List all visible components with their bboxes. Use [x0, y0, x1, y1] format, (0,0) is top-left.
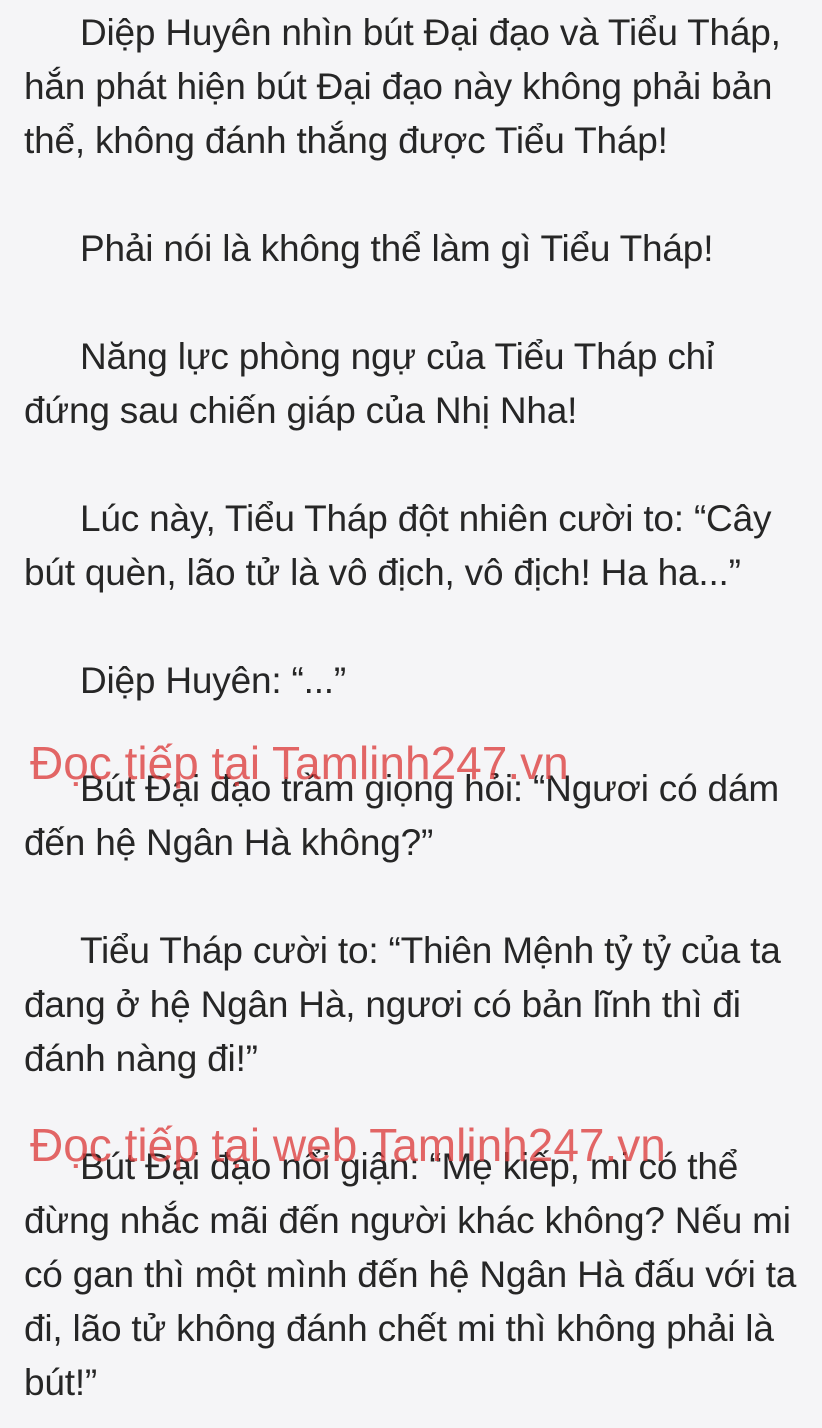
paragraph: Diệp Huyên nhìn bút Đại đạo và Tiểu Tháp… [24, 12, 781, 161]
paragraph: Tiểu Tháp cười to: “Thiên Mệnh tỷ tỷ của… [24, 930, 781, 1079]
paragraph: Bút Đại đạo nổi giận: “Mẹ kiếp, mi có th… [24, 1146, 797, 1403]
article-body: Diệp Huyên nhìn bút Đại đạo và Tiểu Tháp… [0, 0, 822, 1428]
paragraph: Lúc này, Tiểu Tháp đột nhiên cười to: “C… [24, 498, 772, 593]
paragraph: Phải nói là không thể làm gì Tiểu Tháp! [80, 228, 714, 269]
paragraph: Bút Đại đạo trầm giọng hỏi: “Ngươi có dá… [24, 768, 779, 863]
paragraph: Năng lực phòng ngự của Tiểu Tháp chỉ đứn… [24, 336, 715, 431]
paragraph: Diệp Huyên: “...” [80, 660, 346, 701]
